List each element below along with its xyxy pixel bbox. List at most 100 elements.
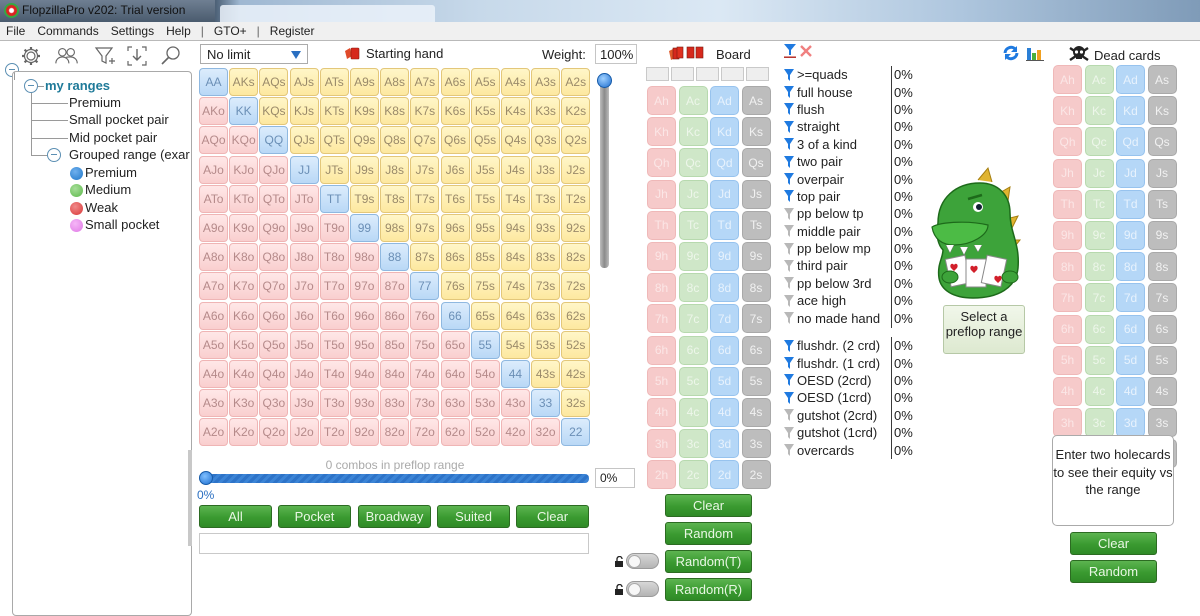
dead-card-7h[interactable]: 7h: [1053, 283, 1082, 313]
hand-cell-T8o[interactable]: T8o: [319, 243, 349, 272]
board-card-6d[interactable]: 6d: [710, 335, 739, 365]
filter-icon[interactable]: [784, 173, 794, 186]
board-card-7d[interactable]: 7d: [710, 304, 739, 334]
hand-cell-95o[interactable]: 95o: [349, 330, 379, 359]
range-text-input[interactable]: [199, 533, 589, 554]
hand-cell-QJo[interactable]: QJo: [259, 155, 289, 184]
hand-cell-T4s[interactable]: T4s: [500, 184, 530, 213]
hand-cell-KJs[interactable]: KJs: [289, 97, 319, 126]
board-card-Kh[interactable]: Kh: [647, 117, 676, 147]
menu-help[interactable]: Help: [160, 24, 197, 38]
filter-add-icon[interactable]: [92, 44, 118, 68]
dead-card-9c[interactable]: 9c: [1084, 220, 1114, 250]
hand-cell-43o[interactable]: 43o: [500, 389, 530, 418]
hand-cell-94o[interactable]: 94o: [349, 359, 379, 388]
stat-row[interactable]: two pair 0%: [784, 153, 913, 170]
dead-card-8s[interactable]: 8s: [1147, 252, 1177, 282]
hand-cell-Q9s[interactable]: Q9s: [349, 126, 379, 155]
hand-cell-94s[interactable]: 94s: [500, 213, 530, 242]
board-slot[interactable]: [746, 67, 769, 81]
board-card-2d[interactable]: 2d: [710, 460, 739, 490]
stat-row[interactable]: OESD (2crd) 0%: [784, 372, 913, 389]
hand-cell-J8s[interactable]: J8s: [380, 155, 410, 184]
tree-item-premium[interactable]: Premium: [69, 95, 121, 110]
hand-cell-52o[interactable]: 52o: [470, 418, 500, 447]
hand-cell-J7o[interactable]: J7o: [289, 272, 319, 301]
board-slot[interactable]: [721, 67, 744, 81]
hand-cell-Q6s[interactable]: Q6s: [440, 126, 470, 155]
hand-cell-42o[interactable]: 42o: [500, 418, 530, 447]
filter-icon[interactable]: [784, 277, 794, 290]
dead-card-9d[interactable]: 9d: [1116, 220, 1145, 250]
hand-cell-Q4s[interactable]: Q4s: [500, 126, 530, 155]
dead-card-Ad[interactable]: Ad: [1116, 65, 1145, 94]
board-card-7c[interactable]: 7c: [678, 304, 708, 334]
tree-item-mid-pocket-pair[interactable]: Mid pocket pair: [69, 130, 157, 145]
board-card-2c[interactable]: 2c: [678, 460, 708, 490]
dead-card-6c[interactable]: 6c: [1084, 314, 1114, 344]
hand-cell-Q5o[interactable]: Q5o: [259, 330, 289, 359]
hand-cell-A6s[interactable]: A6s: [440, 68, 470, 96]
dead-random-button[interactable]: Random: [1070, 560, 1157, 583]
hand-cell-K8o[interactable]: K8o: [229, 243, 259, 272]
board-card-9h[interactable]: 9h: [647, 241, 676, 271]
lock-turn-toggle[interactable]: [626, 553, 659, 569]
hand-cell-K7o[interactable]: K7o: [229, 272, 259, 301]
board-card-Kc[interactable]: Kc: [678, 117, 708, 147]
hand-cell-A9s[interactable]: A9s: [349, 68, 379, 96]
board-card-5s[interactable]: 5s: [741, 366, 771, 396]
hand-cell-Q6o[interactable]: Q6o: [259, 301, 289, 330]
hand-cell-T9s[interactable]: T9s: [349, 184, 379, 213]
filter-icon[interactable]: [784, 225, 794, 238]
hand-cell-A9o[interactable]: A9o: [199, 213, 228, 242]
hand-cell-K2s[interactable]: K2s: [561, 97, 591, 126]
board-card-3s[interactable]: 3s: [741, 429, 771, 459]
dead-card-Js[interactable]: Js: [1147, 158, 1177, 188]
stat-row[interactable]: no made hand 0%: [784, 309, 913, 326]
board-card-Ad[interactable]: Ad: [710, 86, 739, 115]
range-slider-handle[interactable]: [199, 471, 213, 485]
hand-cell-A7o[interactable]: A7o: [199, 272, 228, 301]
filter-icon[interactable]: [784, 86, 794, 99]
dead-card-5s[interactable]: 5s: [1147, 345, 1177, 375]
hand-cell-A4s[interactable]: A4s: [500, 68, 530, 96]
dead-card-Qs[interactable]: Qs: [1147, 127, 1177, 157]
collapse-toggle[interactable]: [24, 79, 38, 93]
hand-cell-Q4o[interactable]: Q4o: [259, 359, 289, 388]
hand-cell-A8s[interactable]: A8s: [380, 68, 410, 96]
dead-card-As[interactable]: As: [1147, 65, 1177, 94]
hand-cell-54s[interactable]: 54s: [500, 330, 530, 359]
hand-cell-A5s[interactable]: A5s: [470, 68, 500, 96]
hand-cell-A2s[interactable]: A2s: [561, 68, 591, 96]
range-percent-input[interactable]: 0%: [595, 468, 635, 488]
hand-cell-JTs[interactable]: JTs: [319, 155, 349, 184]
filter-icon[interactable]: [784, 242, 794, 255]
filter-icon[interactable]: [784, 120, 794, 133]
hand-cell-K4o[interactable]: K4o: [229, 359, 259, 388]
board-card-5h[interactable]: 5h: [647, 366, 676, 396]
users-icon[interactable]: [54, 44, 80, 68]
hand-cell-T2o[interactable]: T2o: [319, 418, 349, 447]
hand-cell-T2s[interactable]: T2s: [561, 184, 591, 213]
menu-commands[interactable]: Commands: [31, 24, 104, 38]
dead-card-3s[interactable]: 3s: [1147, 408, 1177, 438]
refresh-icon[interactable]: [1002, 45, 1020, 64]
stat-row[interactable]: flush 0%: [784, 101, 913, 118]
board-card-Kd[interactable]: Kd: [710, 117, 739, 147]
tree-item-grouped-range[interactable]: Grouped range (exar: [69, 147, 190, 162]
hand-cell-KQo[interactable]: KQo: [229, 126, 259, 155]
hand-cell-93o[interactable]: 93o: [349, 389, 379, 418]
hand-cell-QJs[interactable]: QJs: [289, 126, 319, 155]
filter-icon[interactable]: [784, 190, 794, 203]
hand-cell-74o[interactable]: 74o: [410, 359, 440, 388]
hand-cell-72s[interactable]: 72s: [561, 272, 591, 301]
hand-cell-K5o[interactable]: K5o: [229, 330, 259, 359]
dead-card-6s[interactable]: 6s: [1147, 314, 1177, 344]
hand-cell-83o[interactable]: 83o: [380, 389, 410, 418]
hand-cell-AKs[interactable]: AKs: [229, 68, 259, 96]
hand-cell-KK[interactable]: KK: [229, 97, 259, 126]
dead-card-8h[interactable]: 8h: [1053, 252, 1082, 282]
dead-clear-button[interactable]: Clear: [1070, 532, 1157, 555]
filter-icon[interactable]: [784, 312, 794, 325]
dead-card-Jd[interactable]: Jd: [1116, 158, 1145, 188]
